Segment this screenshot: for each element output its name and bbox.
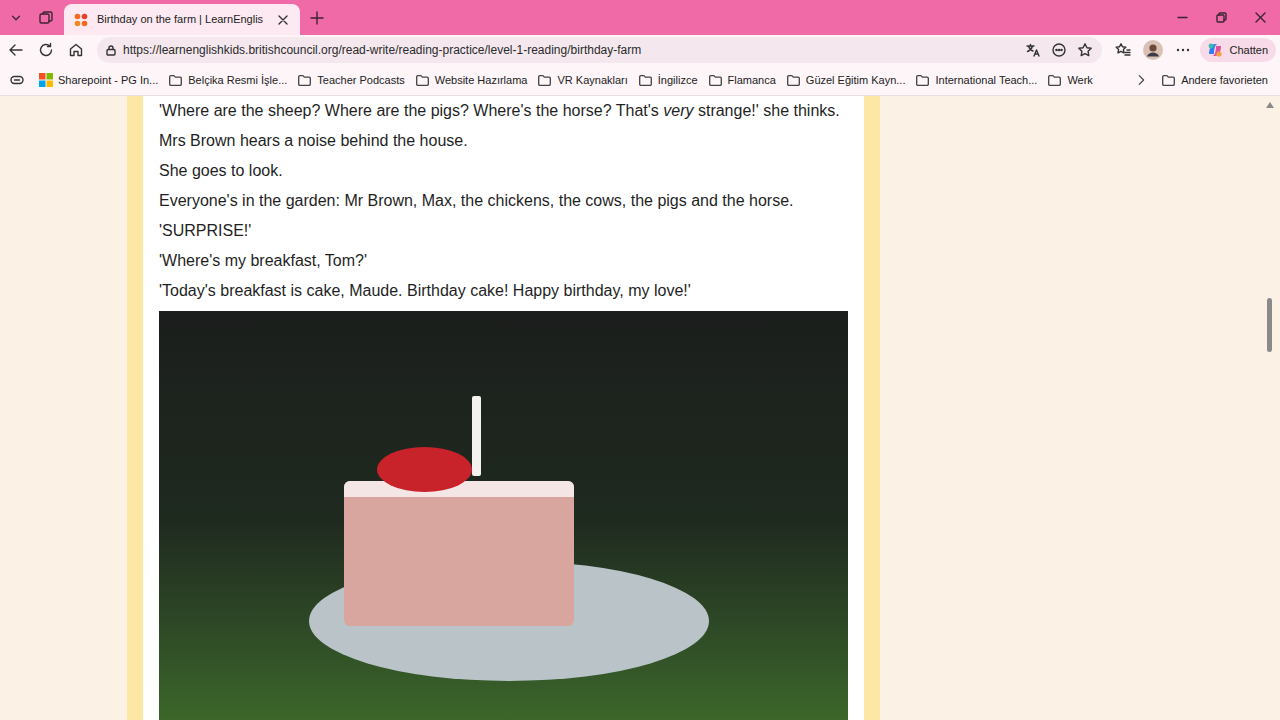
bookmark-label: VR Kaynakları — [557, 72, 627, 89]
close-tab-icon[interactable] — [275, 12, 291, 28]
bookmark-list: Sharepoint - PG In... Belçika Resmi İşle.… — [38, 72, 1129, 89]
favicon-icon — [73, 12, 89, 28]
copilot-icon — [1206, 41, 1224, 59]
story-column: 'Where are the sheep? Where are the pigs… — [127, 96, 880, 720]
folder-icon — [168, 73, 183, 88]
story-text: She goes to look. — [159, 162, 283, 179]
page-margin — [0, 96, 127, 720]
workspaces-icon[interactable] — [28, 0, 64, 35]
story-line: Everyone's in the garden: Mr Brown, Max,… — [159, 186, 848, 216]
copilot-button[interactable]: Chatten — [1200, 38, 1276, 62]
scrollbar-thumb[interactable] — [1267, 298, 1272, 352]
folder-icon — [638, 73, 653, 88]
cake-shape — [344, 481, 574, 626]
folder-icon — [537, 73, 552, 88]
folder-icon — [415, 73, 430, 88]
story-text: 'Where's my breakfast, Tom?' — [159, 252, 367, 269]
bookmarks-bar: Sharepoint - PG In... Belçika Resmi İşle.… — [0, 65, 1280, 96]
bookmark-label: Flamanca — [728, 72, 776, 89]
bookmark-label: İngilizce — [658, 72, 698, 89]
url-text[interactable]: https://learnenglishkids.britishcouncil.… — [123, 41, 1020, 59]
more-icon[interactable] — [1168, 36, 1198, 64]
bookmark-item[interactable]: International Teach... — [915, 72, 1037, 89]
home-icon[interactable] — [61, 36, 91, 64]
bookmark-item[interactable]: Sharepoint - PG In... — [38, 72, 158, 89]
bookmark-item[interactable]: VR Kaynakları — [537, 72, 627, 89]
reader-icon[interactable] — [1046, 39, 1072, 61]
lock-icon[interactable] — [101, 40, 121, 60]
bookmark-item[interactable]: İngilizce — [638, 72, 698, 89]
story-text: 'Today's breakfast is cake, Maude. Birth… — [159, 282, 691, 299]
bookmark-label: Teacher Podcasts — [317, 72, 404, 89]
bookmark-label: Sharepoint - PG In... — [58, 72, 158, 89]
folder-icon — [786, 73, 801, 88]
scroll-up-icon[interactable] — [1266, 102, 1274, 108]
close-window-icon[interactable] — [1241, 0, 1280, 35]
favorite-star-icon[interactable] — [1072, 39, 1098, 61]
candle-shape — [472, 396, 481, 476]
profile-icon[interactable] — [1138, 36, 1168, 64]
translate-icon[interactable] — [1020, 39, 1046, 61]
story-line: She goes to look. — [159, 156, 848, 186]
new-tab-icon[interactable] — [300, 0, 334, 35]
bookmark-item[interactable]: Website Hazırlama — [415, 72, 528, 89]
story-text: Mrs Brown hears a noise behind the house… — [159, 132, 468, 149]
story-text: strange!' she thinks. — [693, 102, 839, 119]
back-icon[interactable] — [1, 36, 31, 64]
minimize-icon[interactable] — [1163, 0, 1202, 35]
bookmark-label: Werk — [1067, 72, 1092, 89]
bookmark-item[interactable]: Güzel Eğitim Kayn... — [786, 72, 906, 89]
other-favorites-label: Andere favorieten — [1181, 72, 1268, 89]
folder-icon — [297, 73, 312, 88]
page-margin — [880, 96, 1280, 720]
folder-icon — [708, 73, 723, 88]
more-bookmarks-icon[interactable] — [1129, 70, 1153, 90]
folder-icon — [1047, 73, 1062, 88]
story-text: 'Where are the sheep? Where are the pigs… — [159, 102, 663, 119]
address-bar[interactable]: https://learnenglishkids.britishcouncil.… — [97, 37, 1102, 63]
copilot-label: Chatten — [1229, 42, 1268, 59]
story-line: Mrs Brown hears a noise behind the house… — [159, 126, 848, 156]
folder-icon — [915, 73, 930, 88]
strawberry-shape — [377, 447, 472, 492]
story-line: 'SURPRISE!' — [159, 216, 848, 246]
tab-title: Birthday on the farm | LearnEnglis — [97, 11, 267, 28]
toolbar: https://learnenglishkids.britishcouncil.… — [0, 35, 1280, 65]
bookmark-label: Güzel Eğitim Kayn... — [806, 72, 906, 89]
bookmark-item[interactable]: Teacher Podcasts — [297, 72, 404, 89]
restore-icon[interactable] — [1202, 0, 1241, 35]
story-line: 'Where's my breakfast, Tom?' — [159, 246, 848, 276]
folder-icon — [1161, 73, 1176, 88]
bookmark-label: Website Hazırlama — [435, 72, 528, 89]
refresh-icon[interactable] — [31, 36, 61, 64]
story-line: 'Where are the sheep? Where are the pigs… — [159, 96, 848, 126]
bookmark-item[interactable]: Belçika Resmi İşle... — [168, 72, 287, 89]
story-text: Everyone's in the garden: Mr Brown, Max,… — [159, 192, 794, 209]
cake-photo — [159, 311, 848, 720]
web-page: 'Where are the sheep? Where are the pigs… — [0, 96, 1280, 720]
bookmark-item[interactable]: Flamanca — [708, 72, 776, 89]
bookmark-item[interactable]: Werk — [1047, 72, 1092, 89]
bookmark-label: Belçika Resmi İşle... — [188, 72, 287, 89]
bookmark-label: International Teach... — [935, 72, 1037, 89]
tab-strip: Birthday on the farm | LearnEnglis — [0, 0, 1280, 35]
collections-icon[interactable] — [8, 70, 26, 90]
browser-tab[interactable]: Birthday on the farm | LearnEnglis — [64, 4, 300, 35]
story-line: 'Today's breakfast is cake, Maude. Birth… — [159, 276, 848, 306]
other-favorites[interactable]: Andere favorieten — [1161, 72, 1268, 89]
story-text: 'SURPRISE!' — [159, 222, 251, 239]
favorites-icon[interactable] — [1108, 36, 1138, 64]
microsoft-icon — [38, 73, 53, 88]
tab-menu-icon[interactable] — [4, 0, 28, 35]
story-text: very — [663, 102, 693, 119]
